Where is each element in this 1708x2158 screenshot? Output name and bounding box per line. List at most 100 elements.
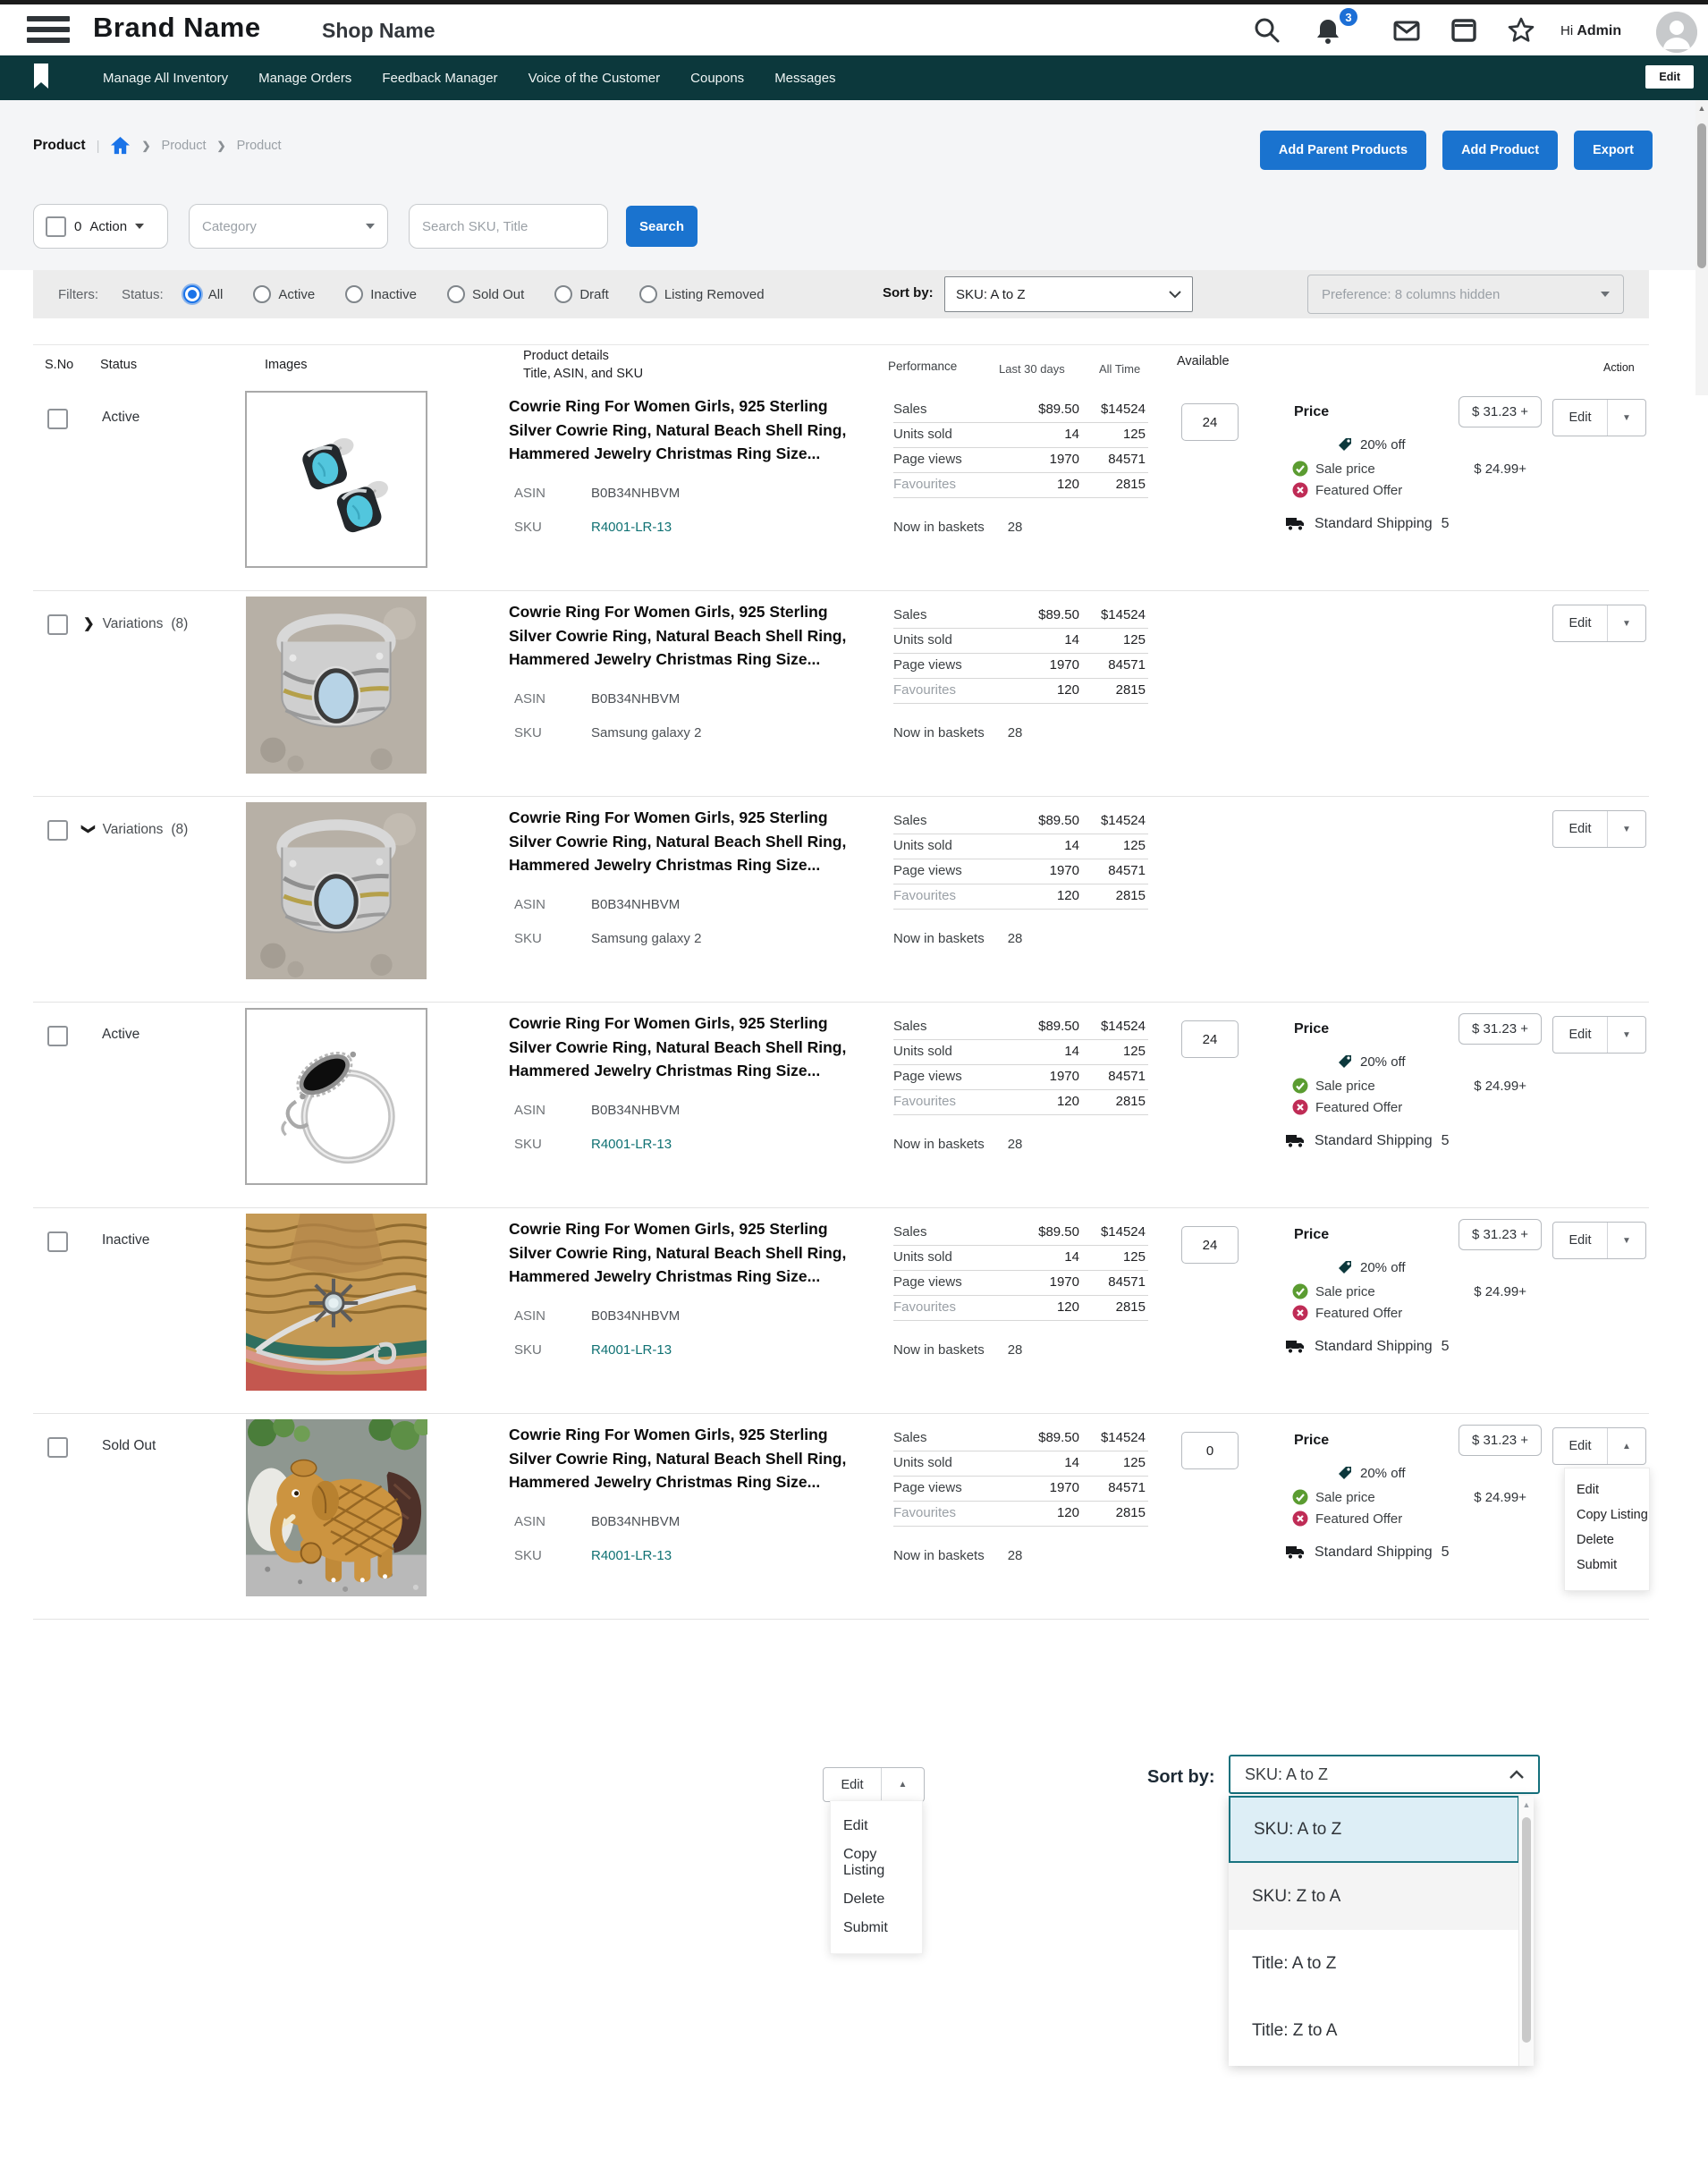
edit-dropdown-toggle[interactable] [1608, 1223, 1645, 1258]
breadcrumb-item[interactable]: Product [237, 139, 282, 153]
sort-option[interactable]: Title: A to Z [1229, 1930, 1519, 1997]
scrollbar-thumb[interactable] [1697, 123, 1706, 268]
radio-icon[interactable] [447, 285, 465, 303]
notification-count-badge[interactable]: 3 [1338, 6, 1359, 28]
variations-toggle[interactable]: Variations (8) [83, 615, 188, 632]
page-scrollbar[interactable]: ▲ [1695, 100, 1708, 395]
hamburger-menu-icon[interactable] [27, 16, 70, 48]
edit-dropdown-toggle[interactable] [1608, 1017, 1645, 1053]
sort-option[interactable]: SKU: A to Z [1229, 1796, 1519, 1863]
select-all-checkbox[interactable] [46, 216, 66, 237]
nav-item[interactable]: Manage Orders [258, 71, 351, 86]
radio-icon[interactable] [345, 285, 363, 303]
sort-option[interactable]: Title: Z to A [1229, 1997, 1519, 2064]
edit-button[interactable]: Edit [824, 1768, 882, 1801]
category-dropdown[interactable]: Category [189, 204, 388, 249]
available-input[interactable] [1181, 1020, 1239, 1058]
edit-button[interactable]: Edit [1553, 605, 1608, 641]
nav-item[interactable]: Voice of the Customer [528, 71, 661, 86]
menu-item-submit[interactable]: Submit [1565, 1553, 1649, 1578]
sort-by-select[interactable]: SKU: A to Z [944, 276, 1193, 312]
radio-icon[interactable] [639, 285, 657, 303]
star-icon[interactable] [1506, 15, 1536, 46]
sku-value[interactable]: R4001-LR-13 [591, 1137, 672, 1152]
variations-toggle[interactable]: Variations (8) [83, 821, 188, 838]
sku-value[interactable]: Samsung galaxy 2 [591, 931, 701, 946]
nav-item[interactable]: Feedback Manager [382, 71, 497, 86]
price-value[interactable]: $ 31.23 + [1459, 1425, 1542, 1456]
menu-item-delete[interactable]: Delete [831, 1885, 922, 1914]
menu-item-submit[interactable]: Submit [831, 1914, 922, 1942]
status-filter-all[interactable]: All [183, 285, 224, 303]
sort-option[interactable]: SKU: Z to A [1229, 1863, 1519, 1930]
edit-button[interactable]: Edit [1553, 1223, 1608, 1258]
edit-dropdown-toggle[interactable] [1608, 1428, 1645, 1464]
menu-item-copy-listing[interactable]: Copy Listing [1565, 1502, 1649, 1528]
product-title[interactable]: Cowrie Ring For Women Girls, 925 Sterlin… [509, 394, 870, 466]
nav-edit-button[interactable]: Edit [1645, 65, 1694, 89]
status-filter-sold-out[interactable]: Sold Out [447, 285, 524, 303]
row-checkbox[interactable] [47, 1231, 68, 1252]
radio-icon[interactable] [183, 285, 201, 303]
export-button[interactable]: Export [1574, 131, 1653, 170]
panel-scrollbar[interactable]: ▲ [1518, 1796, 1534, 2066]
radio-icon[interactable] [253, 285, 271, 303]
product-image[interactable] [245, 1214, 427, 1391]
product-image[interactable] [245, 597, 427, 774]
row-checkbox[interactable] [47, 820, 68, 841]
status-filter-inactive[interactable]: Inactive [345, 285, 417, 303]
sku-value[interactable]: R4001-LR-13 [591, 1548, 672, 1563]
edit-dropdown-toggle[interactable] [882, 1768, 924, 1801]
scroll-up-arrow-icon[interactable]: ▲ [1695, 100, 1708, 113]
product-image[interactable] [245, 802, 427, 979]
menu-item-edit[interactable]: Edit [831, 1812, 922, 1841]
product-image[interactable] [245, 391, 427, 568]
window-icon[interactable] [1449, 15, 1479, 46]
radio-icon[interactable] [554, 285, 572, 303]
bookmark-icon[interactable] [32, 63, 50, 89]
sku-value[interactable]: R4001-LR-13 [591, 1342, 672, 1358]
menu-item-delete[interactable]: Delete [1565, 1528, 1649, 1553]
available-input[interactable] [1181, 1226, 1239, 1264]
product-title[interactable]: Cowrie Ring For Women Girls, 925 Sterlin… [509, 1217, 870, 1289]
breadcrumb-item[interactable]: Product [162, 139, 207, 153]
mail-icon[interactable] [1391, 15, 1422, 46]
edit-dropdown-toggle[interactable] [1608, 605, 1645, 641]
scrollbar-thumb[interactable] [1522, 1817, 1531, 2043]
product-image[interactable] [245, 1008, 427, 1185]
search-icon[interactable] [1252, 15, 1282, 46]
add-parent-products-button[interactable]: Add Parent Products [1260, 131, 1426, 170]
nav-item[interactable]: Manage All Inventory [103, 71, 228, 86]
avatar[interactable] [1656, 12, 1697, 53]
sku-value[interactable]: Samsung galaxy 2 [591, 725, 701, 740]
menu-item-edit[interactable]: Edit [1565, 1477, 1649, 1502]
available-input[interactable] [1181, 403, 1239, 441]
sort-by-select-open[interactable]: SKU: A to Z [1229, 1755, 1540, 1794]
edit-dropdown-toggle[interactable] [1608, 811, 1645, 847]
product-title[interactable]: Cowrie Ring For Women Girls, 925 Sterlin… [509, 600, 870, 672]
status-filter-listing-removed[interactable]: Listing Removed [639, 285, 765, 303]
edit-button[interactable]: Edit [1553, 1017, 1608, 1053]
edit-dropdown-toggle[interactable] [1608, 400, 1645, 436]
status-filter-draft[interactable]: Draft [554, 285, 609, 303]
product-title[interactable]: Cowrie Ring For Women Girls, 925 Sterlin… [509, 1423, 870, 1494]
nav-item[interactable]: Messages [774, 71, 835, 86]
edit-button[interactable]: Edit [1553, 400, 1608, 436]
row-checkbox[interactable] [47, 614, 68, 635]
row-checkbox[interactable] [47, 1437, 68, 1458]
row-checkbox[interactable] [47, 1026, 68, 1046]
bulk-action-dropdown[interactable]: 0 Action [33, 204, 168, 249]
nav-item[interactable]: Coupons [690, 71, 744, 86]
price-value[interactable]: $ 31.23 + [1459, 1013, 1542, 1045]
search-button[interactable]: Search [626, 206, 698, 247]
home-icon[interactable] [110, 136, 131, 156]
status-filter-active[interactable]: Active [253, 285, 315, 303]
product-title[interactable]: Cowrie Ring For Women Girls, 925 Sterlin… [509, 1011, 870, 1083]
edit-button[interactable]: Edit [1553, 1428, 1608, 1464]
add-product-button[interactable]: Add Product [1442, 131, 1558, 170]
row-checkbox[interactable] [47, 409, 68, 429]
search-input[interactable] [409, 204, 608, 249]
available-input[interactable] [1181, 1432, 1239, 1469]
price-value[interactable]: $ 31.23 + [1459, 396, 1542, 427]
product-image[interactable] [245, 1419, 427, 1596]
